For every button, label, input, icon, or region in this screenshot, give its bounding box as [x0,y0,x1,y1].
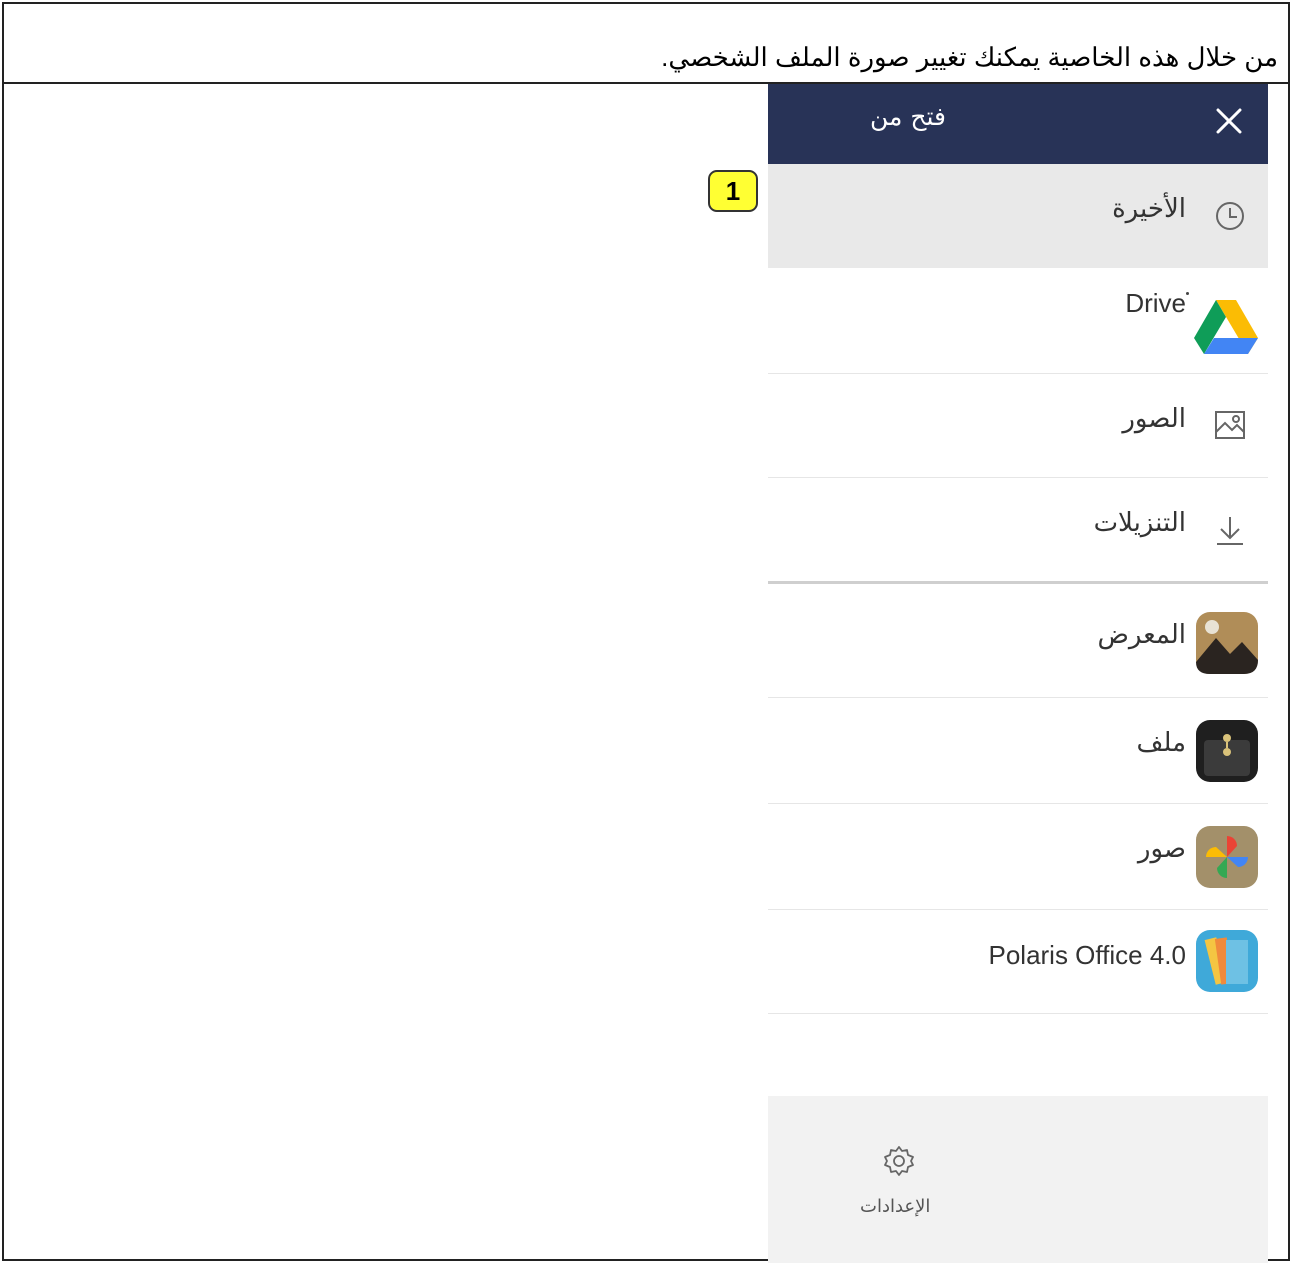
list-item-gallery-app[interactable]: المعرض [768,590,1268,698]
gallery-label: المعرض [1097,620,1187,650]
list-item-recent[interactable]: الأخيرة [768,164,1268,268]
drive-label: Drive [1125,288,1186,318]
panel-title: فتح من [869,102,946,131]
section-divider [768,581,1268,584]
list-item-images[interactable]: الصور [768,374,1268,478]
list-item-file-app[interactable]: ملف [768,698,1268,804]
list-item-polaris-app[interactable]: Polaris Office 4.0 [768,910,1268,1014]
download-icon [1217,517,1243,545]
polaris-label: Polaris Office 4.0 [988,940,1186,970]
file-manager-app-icon [1196,720,1258,782]
clock-icon [1216,202,1244,230]
list-item-photos-app[interactable]: صور [768,804,1268,910]
settings-label[interactable]: الإعدادات [860,1196,930,1217]
list-item-drive[interactable]: Drive [768,268,1268,374]
drive-marker [1186,292,1189,295]
file-label: ملف [1136,728,1186,758]
gear-icon[interactable] [882,1144,916,1178]
images-label: الصور [1122,404,1186,434]
caption-text: من خلال هذه الخاصية يمكنك تغيير صورة الم… [661,42,1278,72]
account-redaction [952,332,1178,358]
google-drive-icon [1194,300,1258,354]
settings-footer: الإعدادات [768,1096,1268,1263]
image-icon [1215,411,1245,439]
annotation-badge: 1 [708,170,758,212]
polaris-office-icon [1196,930,1258,992]
recent-label: الأخيرة [1112,194,1186,224]
list-item-downloads[interactable]: التنزيلات [768,478,1268,582]
downloads-label: التنزيلات [1093,508,1186,538]
gallery-app-icon [1196,612,1258,674]
google-photos-icon [1196,826,1258,888]
photos-app-label: صور [1137,834,1186,864]
open-from-panel: فتح من الأخيرة Drive الصور التنزيلات الم… [768,84,1268,1263]
caption-cell: من خلال هذه الخاصية يمكنك تغيير صورة الم… [4,4,1288,84]
panel-header: فتح من [768,84,1268,164]
close-icon[interactable] [1212,104,1246,138]
